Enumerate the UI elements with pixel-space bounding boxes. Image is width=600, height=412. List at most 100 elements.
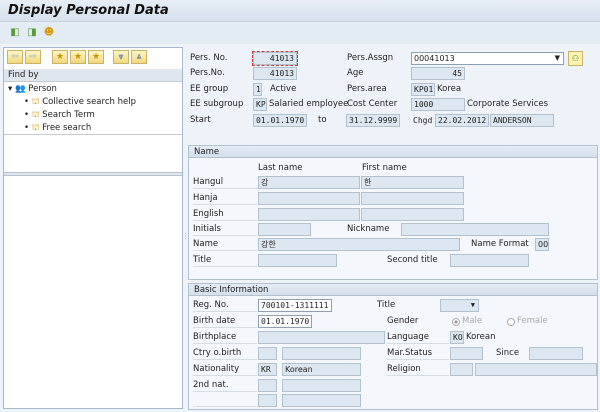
expand-down-icon[interactable]: ⩔ xyxy=(113,50,129,64)
org-structure-icon[interactable]: ⚇ xyxy=(568,51,583,66)
chevron-down-icon[interactable]: ▼ xyxy=(555,53,560,64)
cost-center-label: Cost Center xyxy=(347,99,398,109)
arrow-left-icon[interactable]: ⇦ xyxy=(7,50,23,64)
reg-no-field: 700101-1311111 xyxy=(258,299,332,312)
toolbar xyxy=(0,22,600,44)
pers-assgn-value: 00041013 xyxy=(414,54,455,63)
tree-item-search-term[interactable]: • ⛫ Search Term xyxy=(24,109,95,121)
gender-female-radio[interactable] xyxy=(507,318,515,326)
changed-date-field: 22.02.2012 xyxy=(435,114,489,127)
next-record-icon[interactable]: ◨ xyxy=(26,27,38,39)
tree-item-free-search[interactable]: • ⛫ Free search xyxy=(24,122,91,134)
title-field xyxy=(258,254,337,267)
birthplace-field xyxy=(258,331,385,344)
ee-subgroup-label: EE subgroup xyxy=(190,99,244,109)
religion-code xyxy=(450,363,473,376)
pers-area-text: Korea xyxy=(437,84,462,94)
page-title: Display Personal Data xyxy=(8,3,169,18)
english-first-name-field xyxy=(361,208,464,221)
birth-date-label: Birth date xyxy=(193,315,257,328)
language-code: KO xyxy=(450,331,464,344)
favorite-add-icon[interactable]: ★ xyxy=(52,50,68,64)
hanja-label: Hanja xyxy=(193,192,257,205)
tree-item-collective-search[interactable]: • ⛫ Collective search help xyxy=(24,96,136,108)
name-group-title: Name xyxy=(189,146,597,158)
initials-field xyxy=(258,223,311,236)
hanja-last-name-field xyxy=(258,192,360,205)
second-nat-code xyxy=(258,379,277,392)
second-nat-label: 2nd nat. xyxy=(193,379,257,392)
name-format-label: Name Format xyxy=(471,239,529,249)
birth-date-field: 01.01.1970 xyxy=(258,315,312,328)
to-label: to xyxy=(318,115,327,125)
last-name-header: Last name xyxy=(258,163,303,173)
end-date-field: 31.12.9999 xyxy=(346,114,400,127)
cost-center-text: Corporate Services xyxy=(467,99,549,109)
favorite-edit-icon[interactable]: ★ xyxy=(88,50,104,64)
pers-area-label: Pers.area xyxy=(347,84,387,94)
tree-item-label: Search Term xyxy=(42,110,95,120)
tree-item-label: Collective search help xyxy=(42,97,136,107)
chgd-label: Chgd xyxy=(413,116,433,125)
collapse-up-icon[interactable]: ⩓ xyxy=(131,50,147,64)
gender-male-radio[interactable] xyxy=(452,318,460,326)
chevron-down-icon[interactable]: ▼ xyxy=(471,300,475,311)
pers-no-label: Pers. No. xyxy=(190,53,228,63)
changed-by-field: ANDERSON xyxy=(490,114,554,127)
tree-divider xyxy=(4,134,182,135)
name-format-field: 00 xyxy=(535,238,549,251)
ee-group-text: Active xyxy=(270,84,297,94)
second-nat-text xyxy=(282,379,361,392)
person-overview-icon[interactable]: ☻ xyxy=(43,27,55,39)
arrow-right-icon[interactable]: ⇨ xyxy=(25,50,41,64)
expand-arrow-icon[interactable]: ▾ xyxy=(8,84,12,94)
language-text: Korean xyxy=(466,332,496,342)
pers-assgn-label: Pers.Assgn xyxy=(347,53,394,63)
nationality-text: Korean xyxy=(282,363,361,376)
find-by-header: Find by xyxy=(4,69,182,82)
nationality-code: KR xyxy=(258,363,277,376)
pers-no-input[interactable]: 41013 xyxy=(252,51,298,66)
title-dropdown[interactable]: ▼ xyxy=(440,299,479,312)
hangul-label: Hangul xyxy=(193,176,257,189)
full-name-field: 강한 xyxy=(258,238,460,251)
start-label: Start xyxy=(190,115,211,125)
second-title-label: Second title xyxy=(387,255,438,265)
english-last-name-field xyxy=(258,208,360,221)
pers-no2-label: Pers.No. xyxy=(190,68,225,78)
ctry-birth-text xyxy=(282,347,361,360)
previous-record-icon[interactable]: ◧ xyxy=(9,27,21,39)
binoculars-icon: ⛫ xyxy=(31,110,40,120)
second-title-field xyxy=(450,254,529,267)
ee-subgroup-code: KP xyxy=(253,98,267,111)
tree-node-label: Person xyxy=(28,84,57,94)
birthplace-label: Birthplace xyxy=(193,331,257,344)
basic-info-title: Basic Information xyxy=(189,284,597,296)
ctry-birth-code xyxy=(258,347,277,360)
hangul-last-name-field: 강 xyxy=(258,176,360,189)
binoculars-icon: ⛫ xyxy=(31,97,40,107)
nickname-field xyxy=(401,223,549,236)
ee-group-label: EE group xyxy=(190,84,229,94)
hangul-first-name-field: 한 xyxy=(361,176,464,189)
tree-item-label: Free search xyxy=(42,123,92,133)
age-field: 45 xyxy=(411,67,465,80)
panel-splitter[interactable] xyxy=(4,172,182,176)
third-nat-code xyxy=(258,394,277,407)
religion-text xyxy=(475,363,597,376)
gender-female-label: Female xyxy=(517,316,548,326)
tree-node-person[interactable]: ▾ 👥 Person xyxy=(8,83,57,95)
pers-area-code: KP01 xyxy=(411,83,435,96)
first-name-header: First name xyxy=(362,163,407,173)
gender-label: Gender xyxy=(387,316,419,326)
binoculars-icon: ⛫ xyxy=(31,123,40,133)
religion-label: Religion xyxy=(387,363,449,376)
reg-no-label: Reg. No. xyxy=(193,299,257,312)
favorite-icon[interactable]: ★ xyxy=(70,50,86,64)
mar-status-label: Mar.Status xyxy=(387,347,449,360)
title-label: Title xyxy=(193,254,257,267)
since-label: Since xyxy=(496,348,520,358)
nationality-label: Nationality xyxy=(193,363,257,376)
start-date-field: 01.01.1970 xyxy=(253,114,307,127)
pers-assgn-dropdown[interactable]: 00041013 ▼ xyxy=(411,52,564,65)
